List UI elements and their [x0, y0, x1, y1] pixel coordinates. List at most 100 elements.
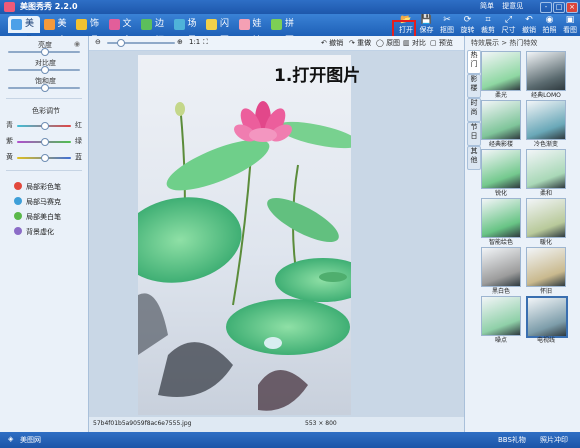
toolbar-button-1[interactable]: 💾 保存 [417, 14, 437, 36]
purple-green-knob[interactable] [41, 138, 49, 146]
cyan-red-knob[interactable] [41, 122, 49, 130]
brush-item-2[interactable]: 局部美白笔 [14, 212, 61, 222]
camera-icon: ◉ [545, 15, 554, 25]
tab-1[interactable]: 美容 [41, 16, 73, 46]
cutout-icon: ✂ [443, 15, 451, 25]
tab-7[interactable]: 娃娃 [236, 16, 268, 46]
bbs-gift-link[interactable]: BBS礼物 [498, 435, 526, 445]
effects-tab-4[interactable]: 其他 [467, 146, 481, 170]
sticker-icon [76, 19, 87, 30]
effect-label: 柔光 [494, 92, 507, 99]
brush-item-3[interactable]: 背景虚化 [14, 227, 54, 237]
effect-thumbnail-0[interactable] [481, 51, 521, 91]
saturation-knob[interactable] [41, 84, 49, 92]
contrast-knob[interactable] [41, 66, 49, 74]
effects-tab-2[interactable]: 时尚 [467, 98, 481, 122]
toolbar-button-3[interactable]: ⟳ 旋转 [458, 14, 478, 36]
close-button[interactable]: × [566, 2, 578, 13]
effect-label: 经典LOMO [531, 92, 561, 99]
canvas-toolbar: ⊖ ⊕ 1:1 ⛶ ↶ 撤销 ↷ 重做 ◯ 原图 ▥ 对比 ▢ 预览 [89, 36, 464, 51]
zoom-knob[interactable] [117, 39, 125, 47]
toolbar-label: 拍照 [542, 26, 557, 34]
zoom-out-icon[interactable]: ⊖ [95, 38, 101, 46]
effect-label: 锐化 [494, 190, 507, 197]
green-label: 绿 [75, 137, 82, 145]
palette-icon [11, 19, 22, 30]
red-label: 红 [75, 121, 82, 129]
preview-button[interactable]: ▢ 预览 [430, 38, 453, 48]
purple-label: 紫 [6, 137, 13, 145]
brush-label: 局部马赛克 [26, 198, 61, 206]
zoom-in-icon[interactable]: ⊕ [177, 38, 183, 46]
effects-tab-0[interactable]: 热门 [467, 50, 481, 74]
flash-icon [206, 19, 217, 30]
resize-icon: ⤢ [504, 15, 513, 25]
tab-0[interactable]: 美化 [8, 16, 40, 46]
feedback-link[interactable]: 提意见 [502, 2, 523, 10]
meitu-web-link[interactable]: 美图网 [20, 435, 41, 445]
effect-thumbnail-9[interactable] [526, 247, 566, 287]
brush-item-1[interactable]: 局部马赛克 [14, 197, 61, 207]
toolbar-label: 旋转 [460, 26, 475, 34]
toolbar-label: 抠图 [440, 26, 454, 34]
tab-4[interactable]: 边框 [138, 16, 170, 46]
tab-3[interactable]: 文字 [106, 16, 138, 46]
redo-button[interactable]: ↷ 重做 [349, 38, 371, 48]
divider [6, 170, 82, 171]
effect-thumbnail-1[interactable] [526, 51, 566, 91]
yellow-blue-knob[interactable] [41, 154, 49, 162]
brush-label: 背景虚化 [26, 228, 54, 236]
app-window: 美图秀秀 2.2.0 简单 提意见 - □ × 美化美容饰品文字边框场景闪图娃娃… [0, 0, 580, 448]
color-adjust-title: 色彩调节 [32, 107, 60, 115]
brush-item-0[interactable]: 局部彩色笔 [14, 182, 61, 192]
maximize-button[interactable]: □ [553, 2, 565, 13]
effect-thumbnail-8[interactable] [481, 247, 521, 287]
effect-label: 柔和 [539, 190, 552, 197]
fullscreen-icon[interactable]: ⛶ [203, 38, 208, 47]
toolbar-button-4[interactable]: ⌗ 裁剪 [478, 14, 498, 36]
image-size: 553 × 800 [305, 420, 337, 427]
effect-thumbnail-6[interactable] [481, 198, 521, 238]
reset-icon[interactable]: ◉ [74, 40, 80, 48]
toolbar-button-2[interactable]: ✂ 抠图 [437, 14, 457, 36]
undo-button[interactable]: ↶ 撤销 [321, 38, 343, 48]
effect-thumbnail-3[interactable] [526, 100, 566, 140]
minimize-button[interactable]: - [540, 2, 552, 13]
zoom-fit-button[interactable]: 1:1 [189, 38, 200, 46]
crop-icon: ⌗ [485, 15, 491, 25]
tab-2[interactable]: 饰品 [73, 16, 105, 46]
tab-8[interactable]: 拼图 [268, 16, 300, 46]
brush-label: 局部美白笔 [26, 213, 61, 221]
photo-image[interactable] [138, 55, 351, 415]
toolbar-label: 看图 [563, 26, 577, 34]
compare-button[interactable]: ▥ 对比 [403, 38, 426, 48]
brush-icon [14, 197, 22, 205]
toolbar-button-6[interactable]: ↶ 撤销 [519, 14, 539, 36]
effect-thumbnail-2[interactable] [481, 100, 521, 140]
tab-5[interactable]: 场景 [171, 16, 203, 46]
effects-panel: 特效展示 > 热门特效 热门 影楼 时尚 节日 其他 柔光 经典LOMO 经典影楼 冷色渐变锐… [464, 36, 580, 432]
toolbar-button-7[interactable]: ◉ 拍照 [540, 14, 560, 36]
canvas-area[interactable]: 1.打开图片 [89, 51, 464, 417]
doll-icon [238, 19, 250, 30]
effect-label: 经典影楼 [488, 141, 513, 148]
effect-label: 智能绘色 [488, 239, 513, 246]
status-bar: ◈ 美图网 BBS礼物 照片冲印 [0, 432, 580, 448]
effect-thumbnail-4[interactable] [481, 149, 521, 189]
scene-icon [173, 19, 185, 30]
effect-thumbnail-7[interactable] [526, 198, 566, 238]
toolbar-button-5[interactable]: ⤢ 尺寸 [499, 14, 519, 36]
tab-6[interactable]: 闪图 [203, 16, 235, 46]
cyan-label: 青 [6, 121, 13, 129]
simple-mode-link[interactable]: 简单 [480, 2, 494, 10]
original-button[interactable]: ◯ 原图 [376, 38, 400, 48]
brightness-knob[interactable] [41, 48, 49, 56]
photo-print-link[interactable]: 照片冲印 [540, 435, 568, 445]
compare-label: 对比 [411, 39, 426, 47]
main-tab-bar: 美化美容饰品文字边框场景闪图娃娃拼图 📂打开💾保存✂抠图⟳旋转⌗裁剪⤢尺寸↶撤销… [0, 14, 580, 46]
effect-thumbnail-10[interactable] [481, 296, 521, 336]
effect-thumbnail-11[interactable] [526, 296, 568, 338]
effect-thumbnail-5[interactable] [526, 149, 566, 189]
effects-breadcrumb: 特效展示 > 热门特效 [471, 39, 538, 47]
toolbar-button-8[interactable]: ▣ 看图 [560, 14, 580, 36]
